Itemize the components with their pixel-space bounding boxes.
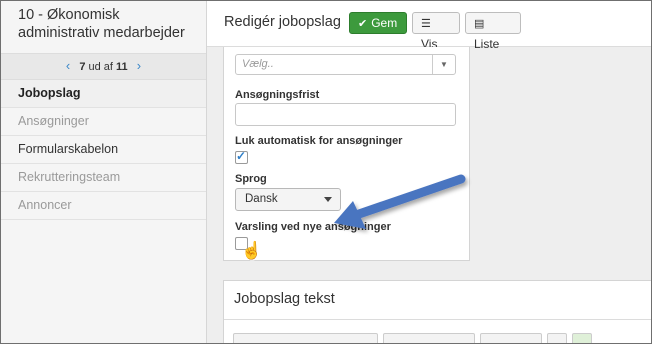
save-button-label: Gem xyxy=(371,16,398,30)
list-button[interactable]: ▤ Liste xyxy=(465,12,521,51)
text-panel-title: Jobopslag tekst xyxy=(234,291,335,307)
language-value: Dansk xyxy=(245,193,278,205)
format-buttons[interactable] xyxy=(383,333,475,343)
divider xyxy=(224,319,651,320)
check-icon: ✔ xyxy=(358,18,368,30)
auto-close-checkbox[interactable]: ✓ xyxy=(235,149,248,164)
pager-separator: ud af xyxy=(88,61,113,73)
app-window: 10 - Økonomisk administrativ medarbejder… xyxy=(0,0,652,344)
pager-total: 11 xyxy=(116,61,128,73)
list-icon: ☰ xyxy=(421,18,431,30)
caret-down-icon xyxy=(324,197,332,202)
auto-close-label: Luk automatisk for ansøgninger xyxy=(235,135,403,147)
view-button[interactable]: ☰Vis xyxy=(412,12,460,51)
notify-label: Varsling ved nye ansøgninger xyxy=(235,221,391,233)
chevron-right-icon[interactable]: › xyxy=(131,58,147,73)
insert-button[interactable] xyxy=(572,333,592,343)
job-title: 10 - Økonomisk administrativ medarbejder xyxy=(18,7,185,41)
sidebar-item-formularskabelon[interactable]: Formularskabelon xyxy=(1,136,206,164)
notify-checkbox[interactable] xyxy=(235,237,248,250)
page-header: Redigér jobopslag ✔ Gem ☰Vis ▤ Liste xyxy=(207,1,651,51)
list-button-label: Liste xyxy=(474,37,500,51)
sidebar: 10 - Økonomisk administrativ medarbejder… xyxy=(1,1,207,343)
checkmark-icon: ✓ xyxy=(236,149,247,163)
format-dropdown[interactable] xyxy=(233,333,378,343)
text-editor-panel: Jobopslag tekst xyxy=(223,280,651,343)
language-select[interactable]: Dansk xyxy=(235,188,341,211)
deadline-input[interactable] xyxy=(235,103,456,126)
list-buttons[interactable] xyxy=(480,333,542,343)
form-panel: Vælg.. ▼ Ansøgningsfrist Luk automatisk … xyxy=(223,47,470,261)
deadline-label: Ansøgningsfrist xyxy=(235,89,320,101)
choose-select[interactable]: Vælg.. ▼ xyxy=(235,54,456,75)
pager: ‹ 7 ud af 11 › xyxy=(1,53,206,80)
list-alt-icon: ▤ xyxy=(474,18,485,30)
sidebar-item-rekrutteringsteam[interactable]: Rekrutteringsteam xyxy=(1,164,206,192)
editor-toolbar xyxy=(233,333,651,343)
select-placeholder: Vælg.. xyxy=(242,58,274,70)
source-button[interactable] xyxy=(547,333,567,343)
save-button[interactable]: ✔ Gem xyxy=(349,12,407,34)
page-title: Redigér jobopslag xyxy=(224,14,341,30)
caret-down-icon: ▼ xyxy=(432,55,455,74)
sidebar-item-annoncer[interactable]: Annoncer xyxy=(1,192,206,220)
sidebar-item-ansogninger[interactable]: Ansøgninger xyxy=(1,108,206,136)
language-label: Sprog xyxy=(235,173,267,185)
pager-current: 7 xyxy=(79,61,86,73)
sidebar-item-jobopslag[interactable]: Jobopslag xyxy=(1,80,206,108)
chevron-left-icon[interactable]: ‹ xyxy=(60,58,76,73)
